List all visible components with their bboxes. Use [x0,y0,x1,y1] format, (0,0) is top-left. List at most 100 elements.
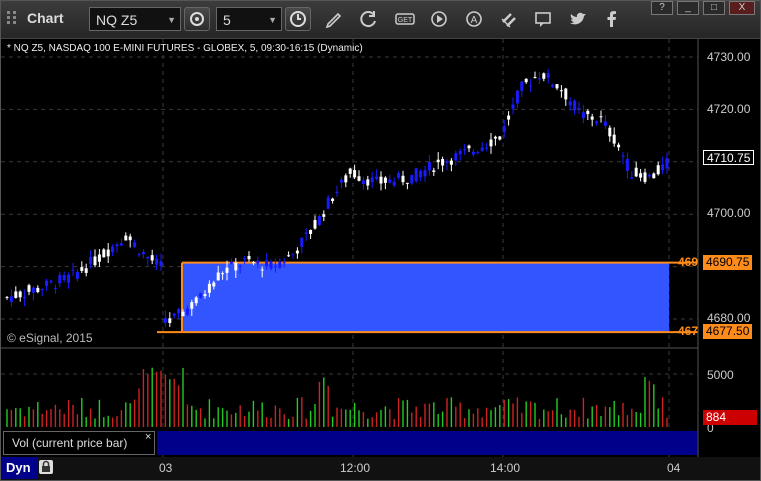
candle-body [27,285,31,292]
candle-body [128,236,132,241]
candle-body [137,254,141,256]
candle-body [71,269,75,271]
close-icon[interactable]: × [145,431,151,443]
range-box[interactable] [182,262,669,333]
maximize-button[interactable]: □ [703,1,725,15]
help-button[interactable]: ? [651,1,673,15]
candle-body [405,182,409,184]
candle-body [62,275,66,281]
candle-body [625,159,629,171]
candle-body [458,150,462,155]
candle-body [401,175,405,183]
dyn-label[interactable]: Dyn [1,457,37,479]
candle-body [45,280,49,286]
candle-body [185,308,189,315]
candle-body [256,260,260,264]
candle-body [423,170,427,177]
candle-body [361,180,365,185]
candle-body [172,313,176,316]
candle-body [18,291,22,298]
comment-icon[interactable] [532,9,554,29]
candle-body [36,287,40,293]
candle-body [617,144,621,148]
candle-body [515,90,519,104]
candle-body [665,158,669,169]
candle-body [9,296,13,302]
symbol-settings-button[interactable] [184,7,210,31]
chart-window: Chart NQ Z5 ▼ 5 ▼ GET A ? _ □ X * NQ Z5,… [0,0,761,481]
candle-body [40,289,44,291]
interval-value: 5 [223,12,231,28]
range-high-tag: 4690.75 [703,255,753,270]
candle-body [621,155,625,157]
candle-body [493,136,497,139]
time-template-button[interactable] [285,7,311,31]
svg-text:GET: GET [398,17,413,24]
lock-icon[interactable] [39,460,53,474]
candle-body [282,262,286,264]
candle-body [379,176,383,184]
volume-value-tag: 884 [703,410,757,425]
alert-icon[interactable]: A [463,9,485,29]
candle-body [564,88,568,100]
twitter-icon[interactable] [567,9,589,29]
get-icon[interactable]: GET [394,9,416,29]
link-icon[interactable] [498,9,520,29]
candle-body [93,256,97,266]
chevron-down-icon[interactable]: ▼ [268,8,277,32]
price-tick: 4680.00 [707,311,751,325]
candle-body [445,161,449,163]
candle-body [23,296,27,299]
candle-body [573,100,577,111]
interval-input[interactable]: 5 ▼ [216,7,282,31]
candle-body [471,151,475,155]
toolbar: Chart NQ Z5 ▼ 5 ▼ GET A ? _ □ X [1,1,760,39]
candle-body [339,179,343,183]
pencil-icon[interactable] [323,9,345,29]
symbol-input[interactable]: NQ Z5 ▼ [89,7,181,31]
minimize-button[interactable]: _ [677,1,699,15]
grip-icon[interactable] [5,9,21,27]
candle-body [397,173,401,178]
candle-body [647,174,651,177]
candle-body [317,216,321,226]
candle-body [432,170,436,172]
time-tick: 04 [667,461,681,475]
price-chart[interactable] [1,39,760,457]
candle-body [656,165,660,175]
candle-body [199,293,203,298]
candle-body [243,258,247,260]
facebook-icon[interactable] [601,9,623,29]
candle-body [155,258,159,265]
time-axis: Dyn [1,457,760,480]
candle-body [551,84,555,87]
candle-body [507,115,511,120]
candle-body [251,262,255,264]
close-button[interactable]: X [729,1,755,15]
last-price-tag: 4710.75 [703,150,755,165]
candle-body [80,267,84,271]
candle-body [634,167,638,177]
range-low-short-label: 467 [678,324,699,338]
candle-body [14,291,18,298]
candle-body [568,101,572,106]
candle-body [608,127,612,137]
candle-body [31,287,35,293]
refresh-icon[interactable] [358,9,380,29]
play-icon[interactable] [428,9,450,29]
volume-label[interactable]: Vol (current price bar) [3,431,155,455]
candle-body [383,177,387,183]
candle-body [102,249,106,258]
window-title: Chart [27,10,64,26]
candle-body [348,168,352,174]
candle-body [115,244,119,247]
candle-body [326,197,330,209]
candle-body [322,214,326,217]
candle-body [449,160,453,165]
candle-body [357,176,361,181]
candle-body [590,116,594,120]
chevron-down-icon[interactable]: ▼ [167,8,176,32]
candle-body [216,272,220,281]
candle-body [163,318,167,323]
candle-body [295,250,299,254]
